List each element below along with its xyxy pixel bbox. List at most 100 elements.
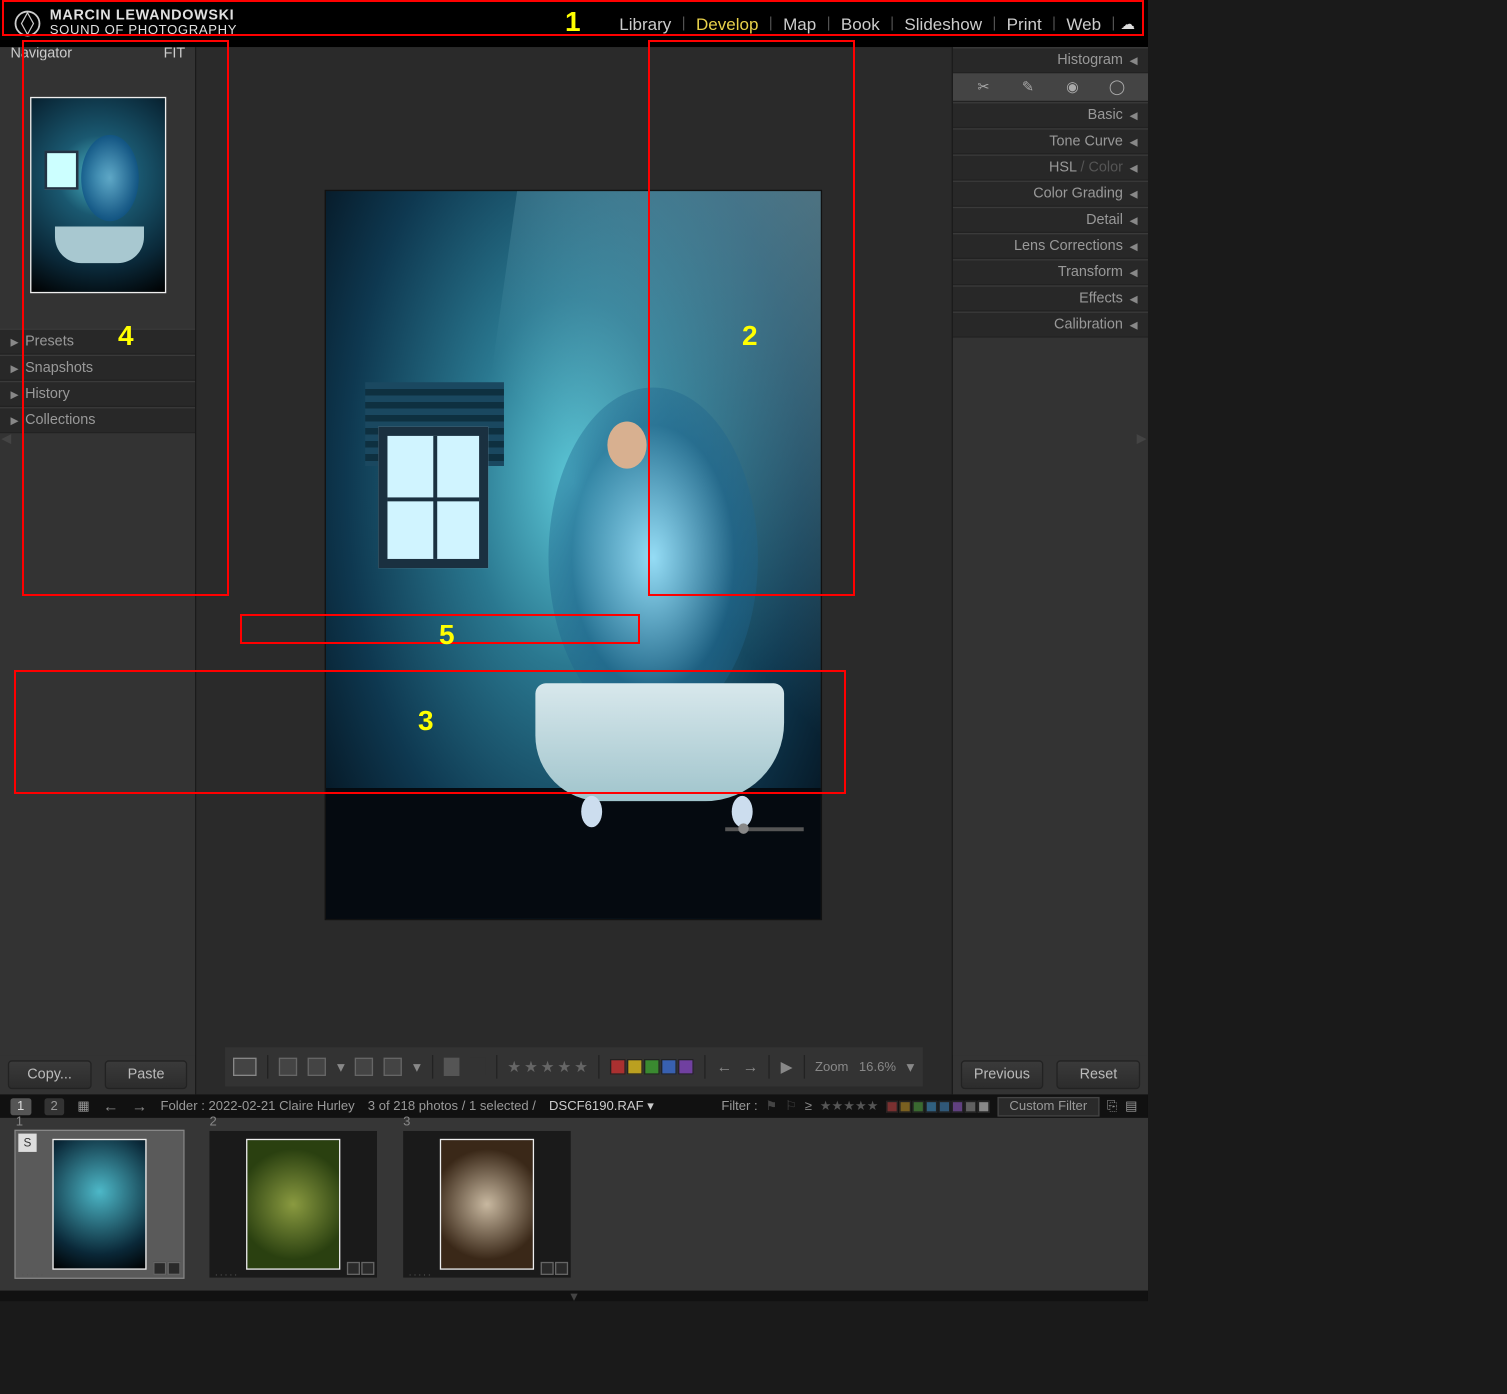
navigator-thumbnail — [30, 96, 166, 292]
right-panel-grip-icon[interactable]: ▶ — [1137, 432, 1147, 446]
panel-histogram[interactable]: Histogram — [952, 47, 1148, 73]
filter-switch-icon[interactable]: ▤ — [1125, 1099, 1137, 1113]
color-label-blue[interactable] — [661, 1059, 677, 1075]
loupe-view-icon[interactable] — [234, 1058, 258, 1076]
crop-icon[interactable]: ✂ — [974, 78, 992, 96]
module-print[interactable]: Print — [996, 14, 1052, 34]
status-count: 3 of 218 photos / 1 selected / — [368, 1099, 536, 1113]
develop-tools: ✂ ✎ ◉ ◯ — [952, 73, 1148, 102]
status-bar: 1 2 ▦ ← → Folder : 2022-02-21 Claire Hur… — [0, 1094, 1148, 1118]
color-label-green[interactable] — [644, 1059, 660, 1075]
filmstrip[interactable]: 1 S ····· 2 ····· 3 ····· — [0, 1118, 1148, 1291]
toolbar-menu-icon[interactable]: ▾ — [906, 1058, 914, 1076]
panel-collections[interactable]: Collections — [0, 407, 196, 433]
panel-tone-curve[interactable]: Tone Curve — [952, 128, 1148, 154]
panel-detail[interactable]: Detail — [952, 207, 1148, 233]
star-icon[interactable]: ★ — [574, 1058, 588, 1076]
color-label-red[interactable] — [610, 1059, 626, 1075]
filter-label: Filter : — [721, 1099, 757, 1113]
slideshow-play-icon[interactable]: ▶ — [781, 1058, 793, 1076]
thumb-badges — [347, 1262, 374, 1275]
filter-color-labels — [886, 1100, 989, 1112]
before-after-menu-icon[interactable]: ▾ — [337, 1058, 345, 1076]
navigator-preview[interactable] — [0, 60, 196, 328]
copy-button[interactable]: Copy... — [8, 1060, 91, 1089]
filmstrip-thumb[interactable]: ····· — [403, 1131, 571, 1278]
compare-y-icon[interactable] — [384, 1058, 402, 1076]
zoom-label: Zoom — [815, 1060, 848, 1074]
compare-menu-icon[interactable]: ▾ — [413, 1058, 421, 1076]
module-map[interactable]: Map — [773, 14, 827, 34]
star-icon[interactable]: ★ — [557, 1058, 571, 1076]
panel-effects[interactable]: Effects — [952, 285, 1148, 311]
color-label-yellow[interactable] — [627, 1059, 643, 1075]
thumb-image — [52, 1139, 146, 1270]
panel-color-grading[interactable]: Color Grading — [952, 181, 1148, 207]
module-web[interactable]: Web — [1056, 14, 1112, 34]
status-filename[interactable]: DSCF6190.RAF ▾ — [549, 1099, 654, 1113]
panel-snapshots[interactable]: Snapshots — [0, 355, 196, 381]
thumb-rating[interactable]: ····· — [408, 1268, 432, 1280]
thumb-index: 2 — [209, 1115, 216, 1129]
compare-yy-icon[interactable] — [355, 1058, 373, 1076]
filmstrip-thumb[interactable]: S ····· — [16, 1131, 184, 1278]
filmstrip-thumb[interactable]: ····· — [209, 1131, 377, 1278]
prev-photo-icon[interactable]: ← — [716, 1058, 732, 1076]
filter-lock-icon[interactable]: ⎘ — [1107, 1099, 1117, 1113]
filter-stars[interactable]: ★★★★★ — [820, 1099, 879, 1113]
reset-button[interactable]: Reset — [1057, 1060, 1140, 1089]
thumb-rating[interactable]: ····· — [21, 1268, 45, 1280]
cloud-sync-icon[interactable]: ☁ — [1121, 15, 1135, 32]
zoom-slider[interactable] — [725, 827, 804, 831]
view-secondary[interactable]: 2 — [44, 1098, 64, 1115]
previous-button[interactable]: Previous — [960, 1060, 1043, 1089]
aperture-icon — [13, 9, 42, 38]
star-icon[interactable]: ★ — [541, 1058, 555, 1076]
navigator-zoom-level[interactable]: FIT — [164, 47, 186, 60]
before-after-icon[interactable] — [279, 1058, 297, 1076]
filter-flag-icon[interactable]: ⚑ — [766, 1099, 778, 1113]
custom-filter-select[interactable]: Custom Filter — [998, 1096, 1099, 1116]
navigator-header[interactable]: Navigator FIT — [0, 47, 196, 60]
panel-hsl-color[interactable]: HSL / Color — [952, 154, 1148, 180]
star-icon[interactable]: ★ — [507, 1058, 521, 1076]
panel-lens-corrections[interactable]: Lens Corrections — [952, 233, 1148, 259]
filter-gte-icon[interactable]: ≥ — [805, 1099, 812, 1113]
panel-transform[interactable]: Transform — [952, 259, 1148, 285]
redeye-icon[interactable]: ◉ — [1063, 78, 1081, 96]
before-after-split-icon[interactable] — [308, 1058, 326, 1076]
thumb-index: 1 — [16, 1115, 23, 1129]
navigator-title: Navigator — [10, 47, 72, 60]
left-panel-grip-icon[interactable]: ◀ — [1, 432, 11, 446]
thumb-index: 3 — [403, 1115, 410, 1129]
nav-back-icon[interactable]: ← — [103, 1097, 119, 1115]
heal-icon[interactable]: ✎ — [1019, 78, 1037, 96]
main-photo[interactable] — [325, 190, 822, 920]
panel-basic[interactable]: Basic — [952, 102, 1148, 128]
filter-flag-reject-icon[interactable]: ⚐ — [785, 1099, 797, 1113]
paste-button[interactable]: Paste — [104, 1060, 187, 1089]
color-label-purple[interactable] — [679, 1059, 695, 1075]
mask-icon[interactable]: ◯ — [1108, 78, 1126, 96]
module-develop[interactable]: Develop — [686, 14, 769, 34]
nav-fwd-icon[interactable]: → — [132, 1097, 148, 1115]
status-folder[interactable]: Folder : 2022-02-21 Claire Hurley — [160, 1099, 354, 1113]
thumb-rating[interactable]: ····· — [215, 1268, 239, 1280]
flag-reject-icon[interactable] — [469, 1058, 485, 1076]
thumb-image — [440, 1139, 534, 1270]
view-primary[interactable]: 1 — [10, 1098, 30, 1115]
module-library[interactable]: Library — [609, 14, 682, 34]
flag-pick-icon[interactable] — [443, 1058, 459, 1076]
module-slideshow[interactable]: Slideshow — [894, 14, 993, 34]
thumb-flag-icon[interactable]: S — [18, 1134, 36, 1152]
panel-presets[interactable]: Presets — [0, 329, 196, 355]
star-icon[interactable]: ★ — [524, 1058, 538, 1076]
grid-icon[interactable]: ▦ — [77, 1099, 89, 1113]
rating-stars[interactable]: ★ ★ ★ ★ ★ — [507, 1058, 588, 1076]
color-labels — [610, 1059, 694, 1075]
filmstrip-grip-icon[interactable]: ▾ — [0, 1291, 1148, 1301]
module-book[interactable]: Book — [830, 14, 890, 34]
next-photo-icon[interactable]: → — [743, 1058, 759, 1076]
panel-calibration[interactable]: Calibration — [952, 312, 1148, 338]
panel-history[interactable]: History — [0, 381, 196, 407]
